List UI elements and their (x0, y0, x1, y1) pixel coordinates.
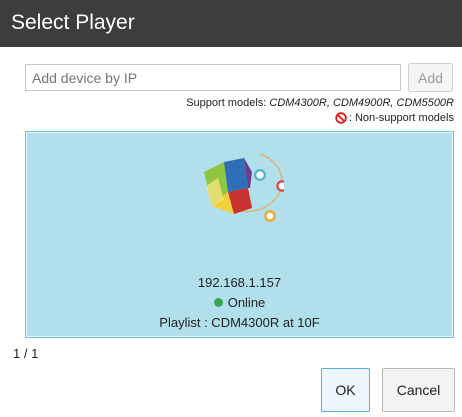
non-support-label: : Non-support models (348, 112, 454, 124)
supported-models-prefix: Support models: (186, 97, 270, 109)
title-bar: Select Player (0, 0, 462, 47)
device-status-label: Online (227, 295, 266, 310)
pagination: 1 / 1 (13, 346, 39, 361)
device-status: Online (26, 295, 453, 310)
player-logo-icon (204, 153, 284, 222)
ok-button[interactable]: OK (321, 368, 370, 412)
supported-models-list: CDM4300R, CDM4900R, CDM5500R (269, 97, 454, 109)
device-ip: 192.168.1.157 (197, 275, 282, 290)
supported-models-note: Support models: CDM4300R, CDM4900R, CDM5… (186, 97, 454, 109)
ip-input[interactable] (25, 64, 401, 91)
device-card[interactable]: 192.168.1.157 Online Playlist : CDM4300R… (25, 131, 454, 338)
dialog-title: Select Player (11, 11, 135, 34)
device-playlist: Playlist : CDM4300R at 10F (159, 315, 320, 330)
add-button[interactable]: Add (408, 63, 453, 92)
online-status-icon (213, 298, 223, 307)
non-support-note: : Non-support models (335, 112, 454, 124)
prohibited-icon (335, 112, 347, 124)
cancel-button[interactable]: Cancel (382, 368, 455, 412)
